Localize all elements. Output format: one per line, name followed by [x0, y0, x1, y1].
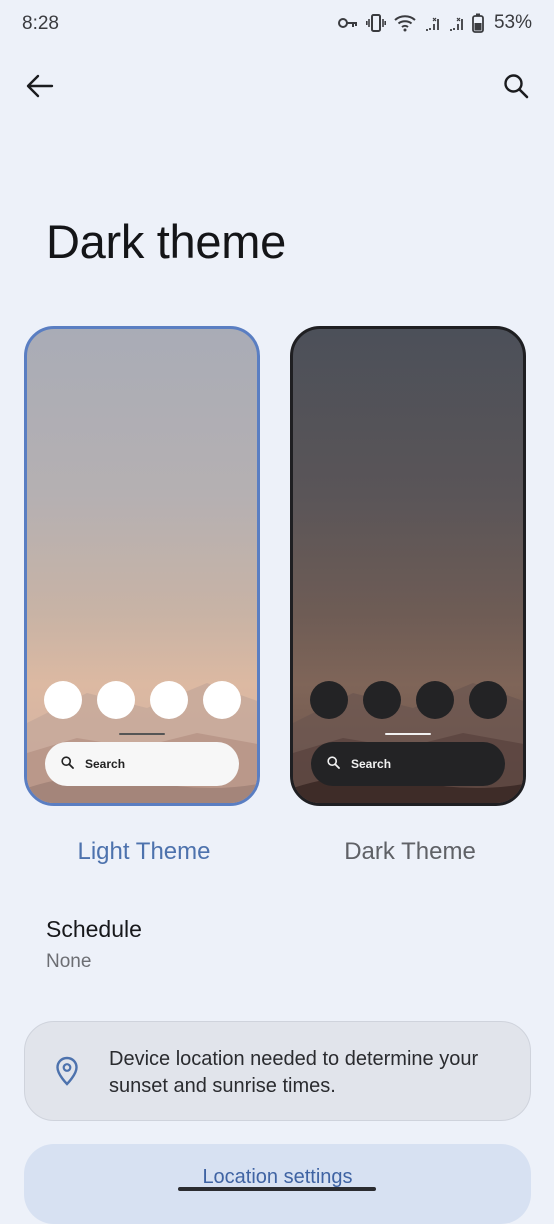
status-time: 8:28: [22, 13, 59, 34]
app-icon: [309, 681, 348, 719]
home-handle: [385, 733, 431, 735]
preview-search-text: Search: [351, 757, 392, 771]
app-icon: [96, 681, 135, 719]
location-notice-card: Device location needed to determine your…: [24, 1021, 531, 1121]
battery-icon: [472, 13, 484, 33]
app-icons-row: [27, 681, 257, 719]
app-icons-row: [293, 681, 523, 719]
schedule-value: None: [46, 951, 92, 972]
search-icon: [327, 756, 340, 772]
page-title: Dark theme: [46, 215, 286, 268]
light-theme-label[interactable]: Light Theme: [26, 838, 262, 866]
signal-icon: [424, 15, 440, 31]
signal-icon: [448, 15, 464, 31]
app-icon: [415, 681, 454, 719]
vibrate-icon: [365, 14, 386, 32]
home-handle: [119, 733, 165, 735]
location-pin-icon: [55, 1056, 79, 1091]
location-settings-label: Location settings: [202, 1166, 353, 1188]
dark-theme-label[interactable]: Dark Theme: [292, 838, 528, 866]
app-icon: [468, 681, 507, 719]
app-icon: [202, 681, 241, 719]
dark-theme-preview[interactable]: Search: [290, 326, 526, 806]
app-icon: [149, 681, 188, 719]
app-icon: [362, 681, 401, 719]
search-button[interactable]: [498, 70, 534, 106]
search-icon: [503, 73, 529, 104]
preview-search-bar: Search: [45, 742, 239, 786]
battery-percentage: 53%: [493, 12, 532, 33]
light-theme-preview[interactable]: Search: [24, 326, 260, 806]
wifi-icon: [394, 14, 416, 32]
preview-search-text: Search: [85, 757, 126, 771]
search-icon: [61, 756, 74, 772]
vpn-key-icon: [337, 16, 358, 30]
back-button[interactable]: [22, 70, 58, 106]
arrow-back-icon: [26, 74, 54, 103]
app-icon: [43, 681, 82, 719]
location-notice-text: Device location needed to determine your…: [109, 1048, 479, 1097]
gesture-nav-handle[interactable]: [178, 1187, 376, 1191]
status-icons: 53%: [337, 12, 532, 34]
schedule-title[interactable]: Schedule: [46, 916, 142, 943]
preview-search-bar: Search: [311, 742, 505, 786]
location-settings-button[interactable]: Location settings: [24, 1144, 531, 1224]
